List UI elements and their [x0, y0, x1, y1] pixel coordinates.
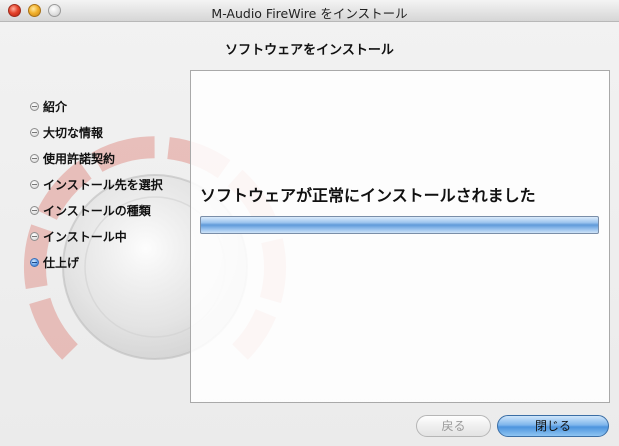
title-bar: M-Audio FireWire をインストール — [0, 0, 619, 22]
step-installing: インストール中 — [30, 223, 163, 249]
step-label: 使用許諾契約 — [43, 151, 116, 166]
step-bullet-icon — [30, 101, 39, 111]
step-bullet-icon — [30, 231, 39, 241]
step-finish: 仕上げ — [30, 249, 163, 275]
success-message: ソフトウェアが正常にインストールされました — [200, 186, 536, 205]
step-important-info: 大切な情報 — [30, 119, 163, 145]
step-installation-type: インストールの種類 — [30, 197, 163, 223]
step-label: インストール先を選択 — [43, 177, 163, 192]
step-label: 仕上げ — [43, 255, 80, 270]
progress-bar — [200, 216, 599, 234]
back-button[interactable]: 戻る — [416, 415, 491, 437]
window-title: M-Audio FireWire をインストール — [211, 6, 408, 21]
step-license: 使用許諾契約 — [30, 145, 163, 171]
installer-window: M-Audio FireWire をインストール ソフトウェアをインストール 紹… — [0, 0, 619, 446]
content-panel: ソフトウェアが正常にインストールされました — [190, 70, 610, 403]
step-bullet-icon — [30, 179, 39, 189]
step-bullet-icon — [30, 127, 39, 137]
step-label: インストール中 — [43, 229, 127, 244]
step-label: 大切な情報 — [43, 125, 104, 140]
step-bullet-icon — [30, 205, 39, 215]
close-button[interactable]: 閉じる — [497, 415, 609, 437]
step-label: 紹介 — [43, 99, 68, 114]
step-introduction: 紹介 — [30, 93, 163, 119]
installer-steps-list: 紹介 大切な情報 使用許諾契約 インストール先を選択 インストールの種類 インス… — [30, 93, 163, 275]
step-active-bullet-icon — [30, 257, 39, 267]
step-label: インストールの種類 — [43, 203, 151, 218]
step-select-destination: インストール先を選択 — [30, 171, 163, 197]
step-bullet-icon — [30, 153, 39, 163]
